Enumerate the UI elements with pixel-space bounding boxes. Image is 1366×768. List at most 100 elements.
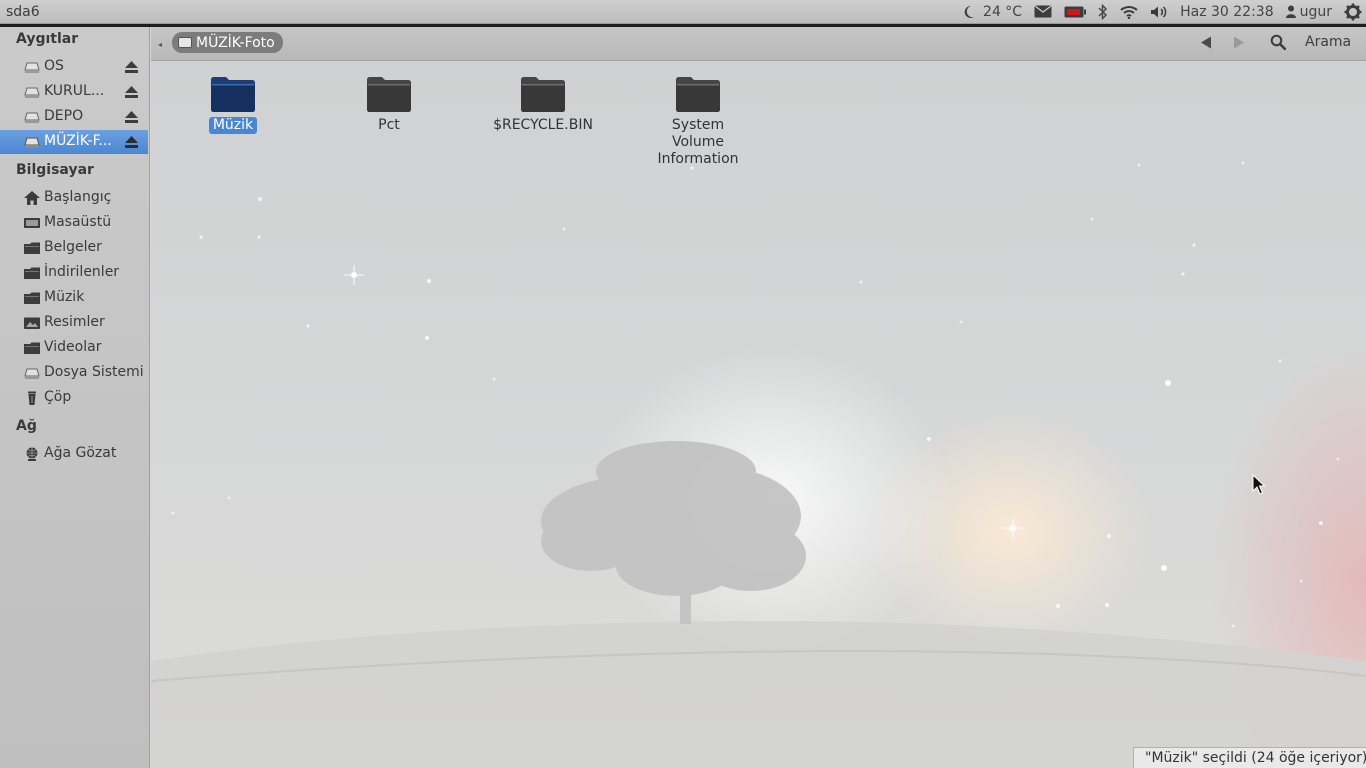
drive-icon (24, 366, 40, 380)
sidebar-heading-network: Ağ (16, 418, 37, 434)
datetime-text: Haz 30 22:38 (1180, 3, 1274, 20)
eject-icon[interactable] (125, 86, 138, 98)
sidebar-item-pictures[interactable]: Resimler (0, 311, 148, 335)
sidebar-item-label: OS (44, 58, 64, 74)
eject-icon[interactable] (125, 136, 138, 148)
gear-icon (1344, 3, 1362, 21)
sidebar-item-label: Müzik (44, 289, 85, 305)
sidebar-item-documents[interactable]: Belgeler (0, 236, 148, 260)
top-panel: sda6 24 °C Haz 30 22:38 ugur (0, 0, 1366, 24)
sidebar-item-videos[interactable]: Videolar (0, 336, 148, 360)
search-icon (1270, 34, 1287, 54)
sidebar-heading-devices: Aygıtlar (16, 31, 79, 47)
folder-icon (676, 77, 720, 112)
sidebar-item-label: Belgeler (44, 239, 102, 255)
sidebar-item-os[interactable]: OS (0, 55, 148, 79)
trash-icon (24, 391, 40, 405)
search-button[interactable] (1267, 33, 1289, 55)
sidebar-item-label: İndirilenler (44, 264, 120, 280)
network-icon (24, 447, 40, 461)
file-name: $RECYCLE.BIN (493, 117, 593, 133)
file-name: Pct (378, 117, 400, 133)
drive-icon (24, 110, 40, 124)
window-title: sda6 (6, 3, 40, 20)
user-name: ugur (1299, 3, 1332, 20)
back-button[interactable] (1195, 33, 1217, 55)
sidebar-item-muzik-foto[interactable]: MÜZİK-F... (0, 130, 148, 154)
pictures-icon (24, 316, 40, 330)
sidebar-item-label: Başlangıç (44, 189, 112, 205)
sidebar-item-label: Çöp (44, 389, 72, 405)
wifi-indicator[interactable] (1114, 0, 1144, 24)
wifi-icon (1120, 5, 1138, 19)
battery-icon (1064, 6, 1087, 18)
sidebar: Aygıtlar OS KURUL... DEPO MÜZİK-F... Bil… (0, 27, 150, 768)
drive-icon (178, 37, 192, 48)
eject-icon[interactable] (125, 61, 138, 73)
battery-indicator[interactable] (1058, 0, 1092, 24)
file-item-system-volume-information[interactable]: System Volume Information (633, 75, 763, 168)
desktop-icon (24, 216, 40, 230)
sidebar-item-filesystem[interactable]: Dosya Sistemi (0, 361, 148, 385)
user-icon (1285, 5, 1296, 18)
path-button-label: MÜZİK-Foto (196, 34, 275, 51)
search-label[interactable]: Arama (1305, 34, 1351, 50)
sidebar-heading-computer: Bilgisayar (16, 162, 94, 178)
forward-arrow-icon (1233, 36, 1245, 53)
sidebar-item-label: Dosya Sistemi (44, 364, 144, 380)
drive-icon (24, 60, 40, 74)
sidebar-item-label: KURUL... (44, 83, 105, 99)
toolbar: ◂ MÜZİK-Foto Arama (151, 27, 1366, 61)
file-item-recycle-bin[interactable]: $RECYCLE.BIN (478, 75, 608, 134)
sidebar-item-label: MÜZİK-F... (44, 133, 112, 149)
mail-indicator[interactable] (1028, 0, 1058, 24)
sidebar-item-browse-network[interactable]: Ağa Gözat (0, 442, 148, 466)
folder-icon (521, 77, 565, 112)
path-scroll-left-icon[interactable]: ◂ (158, 40, 162, 49)
moon-icon (963, 5, 975, 19)
mouse-cursor-icon (1252, 474, 1265, 495)
sidebar-item-downloads[interactable]: İndirilenler (0, 261, 148, 285)
sidebar-item-desktop[interactable]: Masaüstü (0, 211, 148, 235)
mail-icon (1034, 5, 1052, 18)
path-button-current[interactable]: MÜZİK-Foto (172, 32, 283, 53)
sidebar-item-label: Resimler (44, 314, 105, 330)
sidebar-item-depo[interactable]: DEPO (0, 105, 148, 129)
session-indicator[interactable] (1338, 0, 1366, 24)
file-view[interactable]: Müzik Pct $RECYCLE.BIN System Volume Inf… (151, 61, 1366, 768)
sidebar-item-trash[interactable]: Çöp (0, 386, 148, 410)
status-bar: "Müzik" seçildi (24 öğe içeriyor) (1133, 747, 1366, 768)
indicator-area: 24 °C Haz 30 22:38 ugur (957, 0, 1366, 24)
drive-icon (24, 135, 40, 149)
volume-indicator[interactable] (1144, 0, 1174, 24)
user-indicator[interactable]: ugur (1280, 0, 1338, 24)
eject-icon[interactable] (125, 111, 138, 123)
sidebar-item-label: DEPO (44, 108, 84, 124)
sidebar-item-label: Masaüstü (44, 214, 112, 230)
forward-button[interactable] (1228, 33, 1250, 55)
bluetooth-icon (1098, 3, 1108, 20)
home-icon (24, 191, 40, 205)
sidebar-item-kurulum[interactable]: KURUL... (0, 80, 148, 104)
folder-icon (24, 341, 40, 355)
folder-icon (211, 77, 255, 112)
folder-icon (24, 266, 40, 280)
file-item-muzik[interactable]: Müzik (168, 75, 298, 134)
sidebar-item-home[interactable]: Başlangıç (0, 186, 148, 210)
file-name: Müzik (208, 117, 258, 134)
file-item-pct[interactable]: Pct (324, 75, 454, 134)
weather-text: 24 °C (983, 3, 1023, 20)
volume-icon (1150, 5, 1168, 19)
weather-indicator[interactable]: 24 °C (957, 0, 1028, 24)
sidebar-item-label: Videolar (44, 339, 102, 355)
back-arrow-icon (1200, 36, 1212, 53)
drive-icon (24, 85, 40, 99)
file-name: System Volume Information (657, 117, 739, 167)
folder-icon (24, 241, 40, 255)
datetime-indicator[interactable]: Haz 30 22:38 (1174, 0, 1280, 24)
bluetooth-indicator[interactable] (1092, 0, 1114, 24)
sidebar-item-label: Ağa Gözat (44, 445, 117, 461)
folder-icon (367, 77, 411, 112)
sidebar-item-music[interactable]: Müzik (0, 286, 148, 310)
folder-icon (24, 291, 40, 305)
